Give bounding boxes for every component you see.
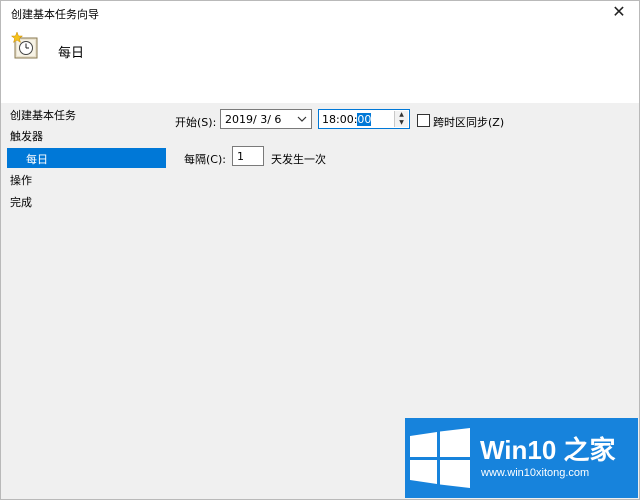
time-spinner[interactable]: ▲ ▼	[394, 111, 408, 127]
start-date-value: 2019/ 3/ 6	[225, 113, 282, 126]
interval-input[interactable]: 1	[232, 146, 264, 166]
nav-item-daily-label: 每日	[26, 153, 48, 166]
nav-item-action[interactable]: 操作	[10, 172, 32, 188]
nav-item-finish[interactable]: 完成	[10, 194, 32, 210]
spin-down-icon[interactable]: ▼	[395, 119, 408, 127]
start-time-input[interactable]: 18:00:00 ▲ ▼	[318, 109, 410, 129]
watermark-url: www.win10xitong.com	[481, 467, 590, 479]
wizard-header: 每日	[1, 23, 639, 103]
chevron-down-icon[interactable]	[296, 113, 308, 125]
nav-item-create-task[interactable]: 创建基本任务	[10, 107, 76, 123]
page-title: 每日	[58, 46, 85, 61]
interval-label: 每隔(C):	[184, 153, 226, 166]
start-time-text: 18:00:00	[322, 113, 372, 126]
close-button[interactable]: ✕	[605, 1, 633, 23]
interval-suffix: 天发生一次	[271, 153, 326, 166]
sync-timezone-label[interactable]: 跨时区同步(Z)	[433, 114, 504, 130]
start-time-selected: 00	[357, 113, 372, 126]
start-label: 开始(S):	[175, 116, 217, 129]
sync-timezone-checkbox[interactable]	[417, 114, 430, 127]
windows-logo-icon	[410, 428, 470, 488]
nav-item-trigger[interactable]: 触发器	[10, 128, 43, 144]
nav-item-daily[interactable]: 每日	[7, 148, 166, 168]
watermark-banner: Win10 之家 www.win10xitong.com	[405, 418, 638, 498]
window-title: 创建基本任务向导	[11, 8, 99, 21]
start-date-picker[interactable]: 2019/ 3/ 6	[220, 109, 312, 129]
interval-value: 1	[237, 150, 244, 163]
watermark-title: Win10 之家	[480, 435, 616, 465]
start-time-prefix: 18:00:	[322, 113, 358, 126]
spin-up-icon[interactable]: ▲	[395, 111, 408, 119]
calendar-clock-icon	[11, 32, 38, 59]
